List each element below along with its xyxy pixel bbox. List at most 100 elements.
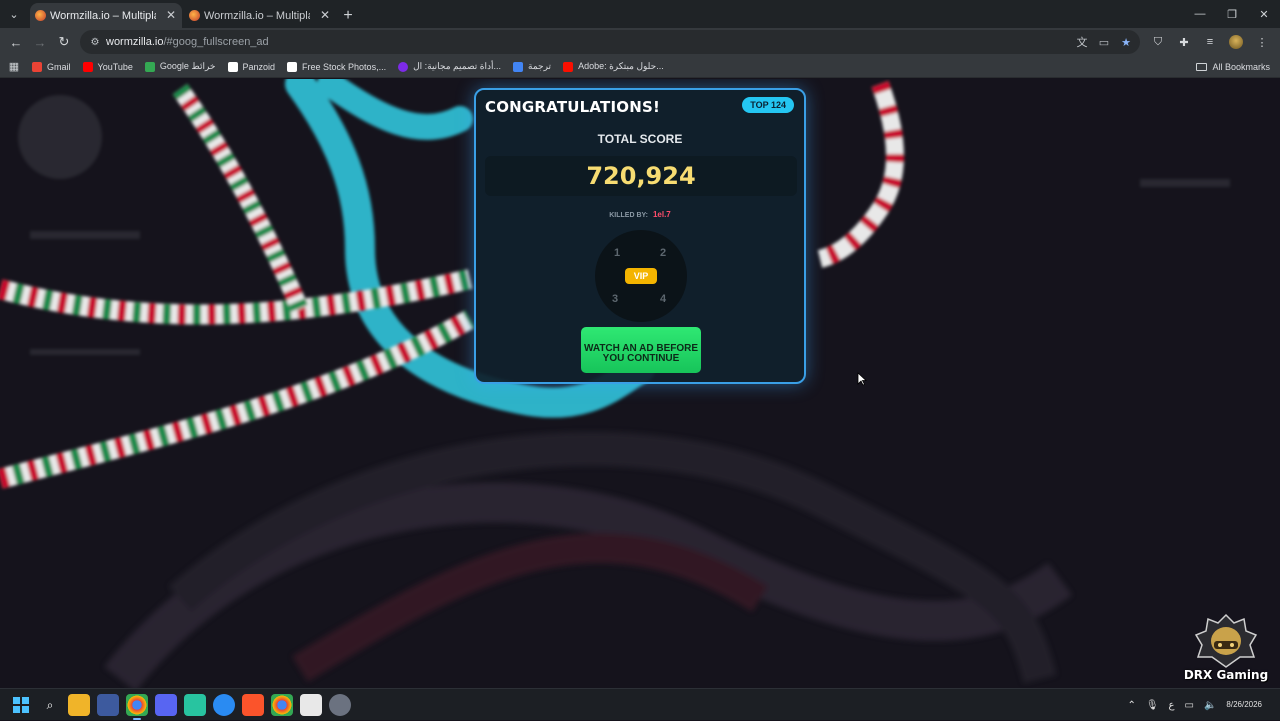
apps-grid-icon[interactable]: ▦ xyxy=(2,56,26,78)
killed-by-label: KILLED BY: xyxy=(609,212,648,219)
app-icon[interactable] xyxy=(97,694,119,716)
bookmark-panzoid[interactable]: Panzoid xyxy=(222,56,282,78)
tab-wormzilla-active[interactable]: Wormzilla.io – Multiplayer Snak ✕ xyxy=(30,3,182,28)
settings-icon[interactable] xyxy=(329,694,351,716)
tab-title: Wormzilla.io – Multiplayer Snak xyxy=(204,9,310,22)
all-bookmarks-button[interactable]: All Bookmarks xyxy=(1196,56,1270,78)
tab-wormzilla-2[interactable]: Wormzilla.io – Multiplayer Snak ✕ xyxy=(184,3,336,28)
score-box: 720,924 xyxy=(485,156,797,196)
bookmark-star-icon[interactable]: ★ xyxy=(1118,34,1134,50)
forward-icon[interactable]: → xyxy=(28,30,52,54)
translate-icon[interactable]: 文 xyxy=(1074,34,1090,50)
gmail-icon xyxy=(32,61,42,72)
wheel-slot-3[interactable]: 3 xyxy=(612,293,618,305)
translate-icon xyxy=(513,61,523,72)
url-text: wormzilla.io/#goog_fullscreen_ad xyxy=(106,36,269,48)
all-bookmarks-label: All Bookmarks xyxy=(1212,62,1270,72)
search-icon[interactable]: ⌕ xyxy=(39,694,61,716)
profile-avatar[interactable] xyxy=(1226,32,1246,52)
youtube-icon xyxy=(82,61,93,72)
watermark-text: DRX Gaming xyxy=(1183,668,1269,682)
restore-icon[interactable]: ❐ xyxy=(1216,0,1248,28)
channel-watermark: DRX Gaming xyxy=(1180,613,1272,682)
bookmark-label: Gmail xyxy=(47,61,71,72)
cast-icon[interactable]: ▭ xyxy=(1096,34,1112,50)
bookmark-translate[interactable]: ترجمة xyxy=(507,56,557,78)
bookmark-label: Adobe: حلول مبتكرة... xyxy=(578,61,664,71)
store-icon[interactable] xyxy=(300,694,322,716)
tab-close-icon[interactable]: ✕ xyxy=(320,8,330,22)
watch-ad-button[interactable]: WATCH AN AD BEFORE YOU CONTINUE xyxy=(581,327,701,373)
brave-icon[interactable] xyxy=(242,694,264,716)
bookmark-youtube[interactable]: YouTube xyxy=(77,56,139,78)
reload-icon[interactable]: ↻ xyxy=(52,30,76,54)
bookmarks-bar: ▦ Gmail YouTube Google خرائط Panzoid Fre… xyxy=(0,56,1280,78)
file-explorer-icon[interactable] xyxy=(68,694,90,716)
media-control-icon[interactable]: ≡ xyxy=(1200,32,1220,52)
url-path: /#goog_fullscreen_ad xyxy=(163,36,269,48)
new-tab-button[interactable]: + xyxy=(336,3,360,28)
url-host: wormzilla.io xyxy=(106,36,164,48)
vip-badge[interactable]: VIP xyxy=(625,268,657,284)
background-worm xyxy=(292,533,768,682)
network-icon[interactable]: ▭ xyxy=(1185,700,1194,711)
game-canvas[interactable]: CONGRATULATIONS! TOP 124 TOTAL SCORE 720… xyxy=(0,79,1280,688)
language-indicator[interactable]: ع xyxy=(1169,700,1175,711)
wheel-slot-4[interactable]: 4 xyxy=(660,293,666,305)
bookmark-label: Panzoid xyxy=(242,61,276,72)
bookmark-label: Google خرائط xyxy=(159,61,216,71)
pexels-icon xyxy=(287,61,298,72)
browser-toolbar: ← → ↻ ⚙ wormzilla.io/#goog_fullscreen_ad… xyxy=(0,28,1280,56)
skin-wheel[interactable]: 1 2 3 4 VIP xyxy=(595,230,687,322)
bookmark-gmail[interactable]: Gmail xyxy=(26,56,77,78)
discord-icon[interactable] xyxy=(155,694,177,716)
helmet-emblem-icon xyxy=(1194,613,1258,668)
address-bar-actions: 文 ▭ ★ xyxy=(1074,30,1134,54)
tab-search-chevron-icon[interactable]: ⌄ xyxy=(0,0,28,28)
background-worm xyxy=(168,431,1057,684)
bookmark-label: أداة تصميم مجانية: ال... xyxy=(413,61,501,71)
folder-icon xyxy=(1196,63,1208,71)
adobe-icon xyxy=(563,61,574,72)
back-icon[interactable]: ← xyxy=(4,30,28,54)
menu-kebab-icon[interactable]: ⋮ xyxy=(1252,32,1272,52)
system-tray: ⌃ 🎙 ع ▭ 🔈 8/26/2026 xyxy=(1127,689,1262,721)
volume-icon[interactable]: 🔈 xyxy=(1204,700,1216,711)
address-bar[interactable]: ⚙ wormzilla.io/#goog_fullscreen_ad 文 ▭ ★ xyxy=(80,30,1140,54)
extensions-puzzle-icon[interactable]: ✚ xyxy=(1174,32,1194,52)
canva-icon xyxy=(398,61,409,72)
teal-worm xyxy=(317,79,473,140)
bookmark-adobe[interactable]: Adobe: حلول مبتكرة... xyxy=(557,56,670,78)
killer-name: 1el.7 xyxy=(652,210,671,219)
windows-taskbar: ⌕ ⌃ 🎙 ع ▭ 🔈 8/26/2026 xyxy=(0,688,1280,720)
app-icon[interactable] xyxy=(184,694,206,716)
google-maps-icon xyxy=(144,61,155,72)
wormzilla-favicon-icon xyxy=(189,10,200,21)
bookmark-label: ترجمة xyxy=(528,61,552,71)
tray-overflow-icon[interactable]: ⌃ xyxy=(1127,700,1135,711)
microphone-icon[interactable]: 🎙 xyxy=(1146,700,1159,711)
close-window-icon[interactable]: ✕ xyxy=(1248,0,1280,28)
wheel-slot-1[interactable]: 1 xyxy=(614,247,620,259)
killed-by-line: KILLED BY: 1el.7 xyxy=(476,210,804,219)
minimize-icon[interactable]: — xyxy=(1184,0,1216,28)
bookmark-google-maps[interactable]: Google خرائط xyxy=(139,56,222,78)
total-score-label: TOTAL SCORE xyxy=(597,132,683,146)
game-over-panel: CONGRATULATIONS! TOP 124 TOTAL SCORE 720… xyxy=(474,88,806,384)
clock[interactable]: 8/26/2026 xyxy=(1226,700,1262,710)
chrome-icon[interactable] xyxy=(271,694,293,716)
tab-close-icon[interactable]: ✕ xyxy=(166,8,176,22)
start-icon[interactable] xyxy=(10,694,32,716)
striped-worm xyxy=(0,269,473,325)
tab-title: Wormzilla.io – Multiplayer Snak xyxy=(50,9,156,22)
taskbar-apps: ⌕ xyxy=(10,689,351,721)
wheel-slot-2[interactable]: 2 xyxy=(660,247,666,259)
app-icon[interactable] xyxy=(213,694,235,716)
bookmark-canva[interactable]: أداة تصميم مجانية: ال... xyxy=(392,56,507,78)
extension-shield-icon[interactable]: ⛉ xyxy=(1148,32,1168,52)
toolbar-actions: ⛉ ✚ ≡ ⋮ xyxy=(1148,30,1272,54)
bookmark-pexels[interactable]: Free Stock Photos,... xyxy=(281,56,392,78)
chrome-icon[interactable] xyxy=(126,694,148,720)
site-info-icon[interactable]: ⚙ xyxy=(84,30,106,54)
congratulations-title: CONGRATULATIONS! xyxy=(485,98,660,116)
